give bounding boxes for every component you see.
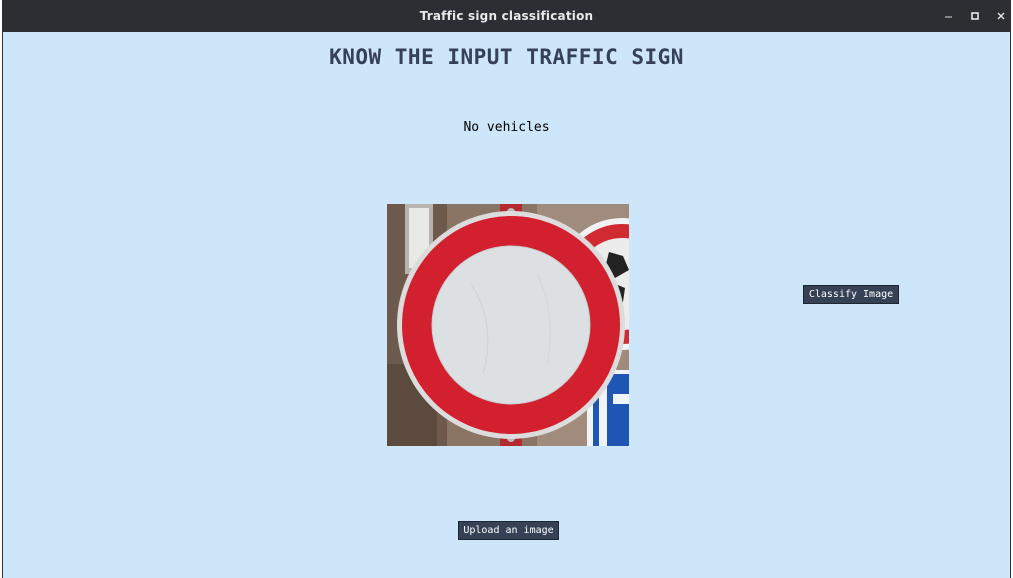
classify-image-button[interactable]: Classify Image [803,285,899,304]
title-bar[interactable]: Traffic sign classification [3,0,1010,32]
uploaded-sign-image [387,204,629,446]
close-icon[interactable] [993,8,1009,24]
classification-result: No vehicles [463,120,550,135]
page-heading: KNOW THE INPUT TRAFFIC SIGN [329,45,684,69]
maximize-icon[interactable] [967,8,983,24]
window-title: Traffic sign classification [419,9,594,23]
upload-image-button[interactable]: Upload an image [458,521,559,540]
app-window: Traffic sign classification KNOW THE INP… [2,0,1011,578]
main-content: KNOW THE INPUT TRAFFIC SIGN No vehicles [3,32,1010,578]
minimize-icon[interactable] [941,8,957,24]
